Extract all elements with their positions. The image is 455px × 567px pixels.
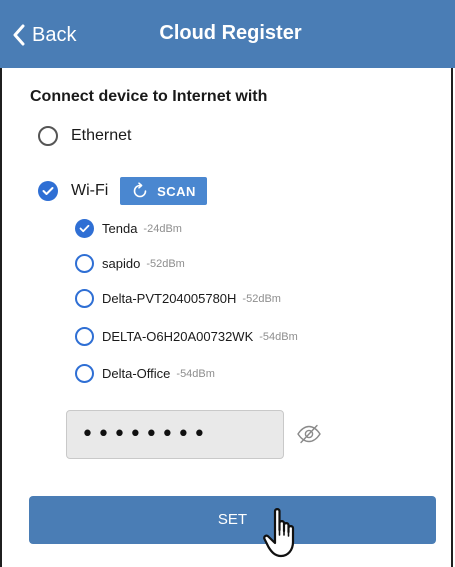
network-signal: -24dBm: [143, 222, 182, 235]
network-item-sapido[interactable]: sapido -52dBm: [75, 254, 185, 273]
page-title: Cloud Register: [159, 22, 302, 44]
network-item-tenda[interactable]: Tenda -24dBm: [75, 219, 182, 238]
network-signal: -54dBm: [176, 367, 215, 380]
scan-label: SCAN: [157, 183, 196, 199]
phone-frame: [0, 0, 453, 567]
toggle-visibility-button[interactable]: [296, 424, 322, 449]
network-item-delta-pvt[interactable]: Delta-PVT204005780H -52dBm: [75, 289, 281, 308]
ethernet-option[interactable]: Ethernet: [38, 126, 131, 146]
wifi-radio[interactable]: [38, 181, 58, 201]
network-radio[interactable]: [75, 254, 94, 273]
network-radio[interactable]: [75, 327, 94, 346]
checkmark-icon: [79, 224, 90, 233]
navigation-bar: Back Cloud Register: [0, 0, 455, 68]
ethernet-label: Ethernet: [71, 127, 132, 144]
network-radio[interactable]: [75, 289, 94, 308]
network-ssid: Tenda: [102, 221, 138, 236]
set-label: SET: [217, 511, 248, 528]
network-radio[interactable]: [75, 219, 94, 238]
network-signal: -52dBm: [146, 257, 185, 270]
network-item-delta-o6h[interactable]: DELTA-O6H20A00732WK -54dBm: [75, 327, 298, 346]
network-item-delta-office[interactable]: Delta-Office -54dBm: [75, 364, 215, 383]
network-radio[interactable]: [75, 364, 94, 383]
network-ssid: Delta-Office: [102, 366, 171, 381]
wifi-option[interactable]: Wi-Fi: [38, 181, 108, 201]
wifi-label: Wi-Fi: [71, 182, 109, 199]
network-signal: -54dBm: [259, 330, 298, 343]
refresh-icon: [133, 182, 147, 198]
network-ssid: Delta-PVT204005780H: [102, 291, 237, 306]
network-ssid: sapido: [102, 256, 141, 271]
ethernet-radio[interactable]: [38, 126, 58, 146]
network-ssid: DELTA-O6H20A00732WK: [102, 329, 254, 344]
network-signal: -52dBm: [242, 292, 281, 305]
password-field[interactable]: ••••••••: [66, 410, 284, 459]
section-heading: Connect device to Internet with: [30, 88, 268, 105]
hand-pointer-icon: [262, 506, 308, 565]
set-button[interactable]: SET: [29, 496, 436, 544]
checkmark-icon: [42, 187, 54, 195]
eye-off-icon: [297, 424, 321, 444]
scan-button[interactable]: SCAN: [120, 177, 207, 205]
